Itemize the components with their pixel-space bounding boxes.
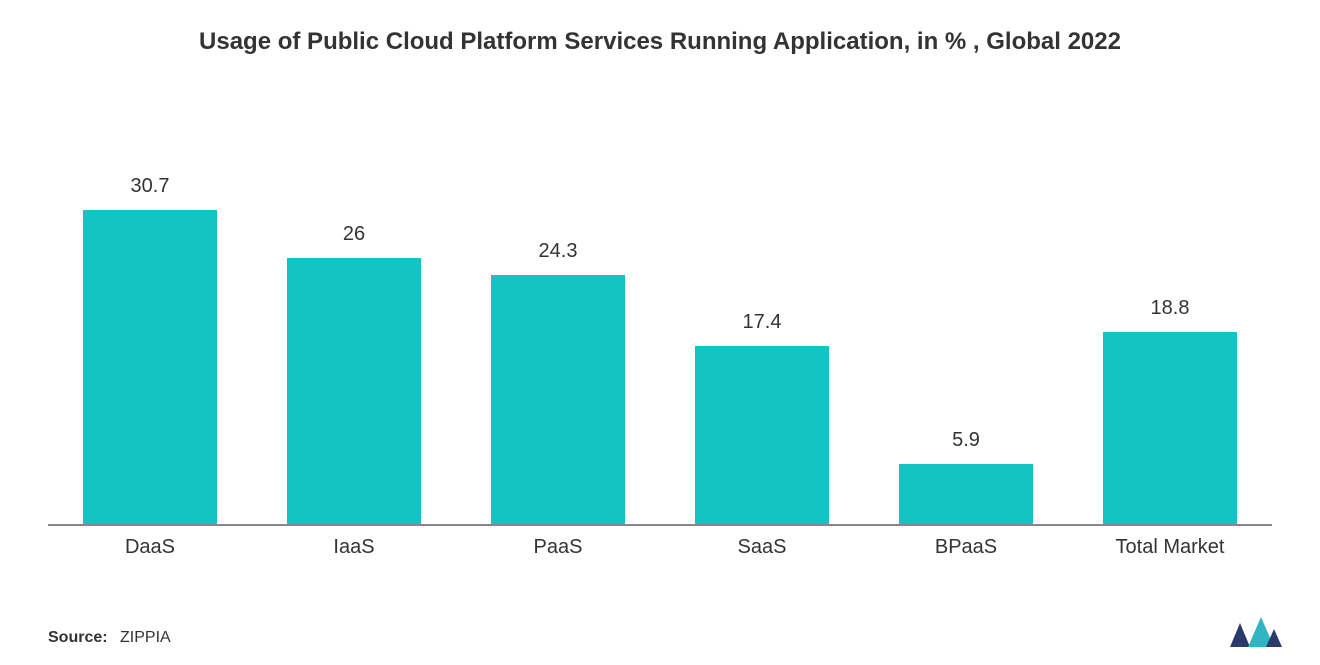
x-tick-label: IaaS <box>252 526 455 559</box>
bar-value-label: 30.7 <box>131 175 170 198</box>
bar <box>83 210 217 524</box>
x-tick-label: SaaS <box>660 526 863 559</box>
bar-group: 5.9 <box>864 429 1067 524</box>
bar-group: 17.4 <box>660 311 863 524</box>
brand-logo <box>1228 615 1284 651</box>
chart-container: Usage of Public Cloud Platform Services … <box>0 0 1320 665</box>
bar-group: 24.3 <box>456 240 659 524</box>
source-label: Source: <box>48 629 108 646</box>
bar-value-label: 17.4 <box>743 311 782 334</box>
x-tick-label: Total Market <box>1068 526 1271 559</box>
bar-group: 30.7 <box>48 175 251 524</box>
bar-group: 18.8 <box>1068 297 1271 524</box>
chart-title: Usage of Public Cloud Platform Services … <box>48 28 1272 56</box>
bar <box>287 258 421 524</box>
bar <box>491 275 625 524</box>
x-tick-label: DaaS <box>48 526 251 559</box>
bars-row: 30.7 26 24.3 17.4 5.9 18.8 <box>48 126 1272 524</box>
logo-icon <box>1228 615 1284 651</box>
source-value: ZIPPIA <box>120 629 171 646</box>
bar-value-label: 5.9 <box>952 429 980 452</box>
bar-value-label: 26 <box>343 223 365 246</box>
bar-value-label: 24.3 <box>539 240 578 263</box>
bar <box>899 464 1033 524</box>
plot-area: 30.7 26 24.3 17.4 5.9 18.8 DaaSIaaSPaaSSaaSBP… <box>48 126 1272 566</box>
x-tick-label: PaaS <box>456 526 659 559</box>
source-footer: Source: ZIPPIA <box>48 629 171 647</box>
bar-group: 26 <box>252 223 455 524</box>
bar <box>1103 332 1237 524</box>
x-axis-labels: DaaSIaaSPaaSSaaSBPaaSTotal Market <box>48 526 1272 566</box>
bar-value-label: 18.8 <box>1151 297 1190 320</box>
x-tick-label: BPaaS <box>864 526 1067 559</box>
bar <box>695 346 829 524</box>
